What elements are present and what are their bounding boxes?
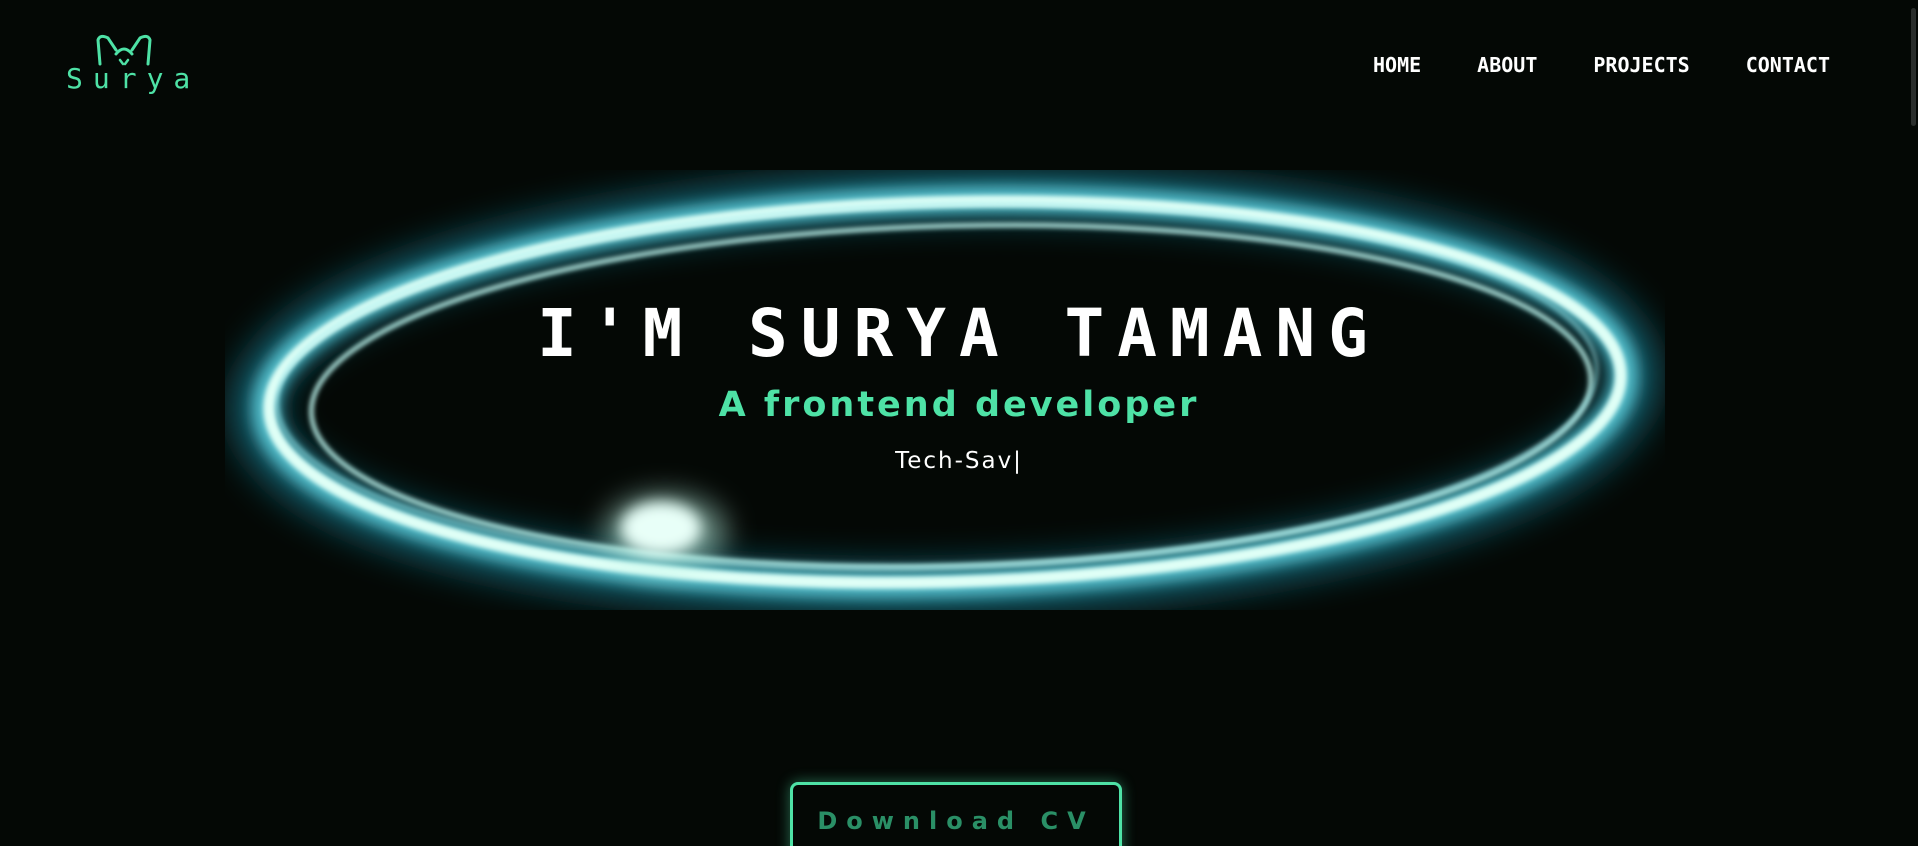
download-cv-button[interactable]: Download CV bbox=[790, 782, 1122, 846]
nav-about-link[interactable]: ABOUT bbox=[1477, 53, 1537, 77]
page-scrollbar[interactable] bbox=[1908, 0, 1918, 846]
download-cv-label: Download CV bbox=[817, 807, 1095, 835]
logo-text: Surya bbox=[66, 62, 201, 95]
nav-projects-link[interactable]: PROJECTS bbox=[1593, 53, 1689, 77]
hero-title: I'M SURYA TAMANG bbox=[537, 295, 1381, 372]
typed-text: Tech-Sav| bbox=[895, 448, 1023, 474]
hero-subtitle: A frontend developer bbox=[718, 385, 1200, 425]
nav-home-link[interactable]: HOME bbox=[1373, 53, 1421, 77]
scrollbar-thumb[interactable] bbox=[1911, 8, 1916, 126]
main-nav: HOME ABOUT PROJECTS CONTACT bbox=[1373, 53, 1830, 77]
site-logo[interactable]: Surya bbox=[66, 32, 190, 102]
nav-contact-link[interactable]: CONTACT bbox=[1746, 53, 1830, 77]
